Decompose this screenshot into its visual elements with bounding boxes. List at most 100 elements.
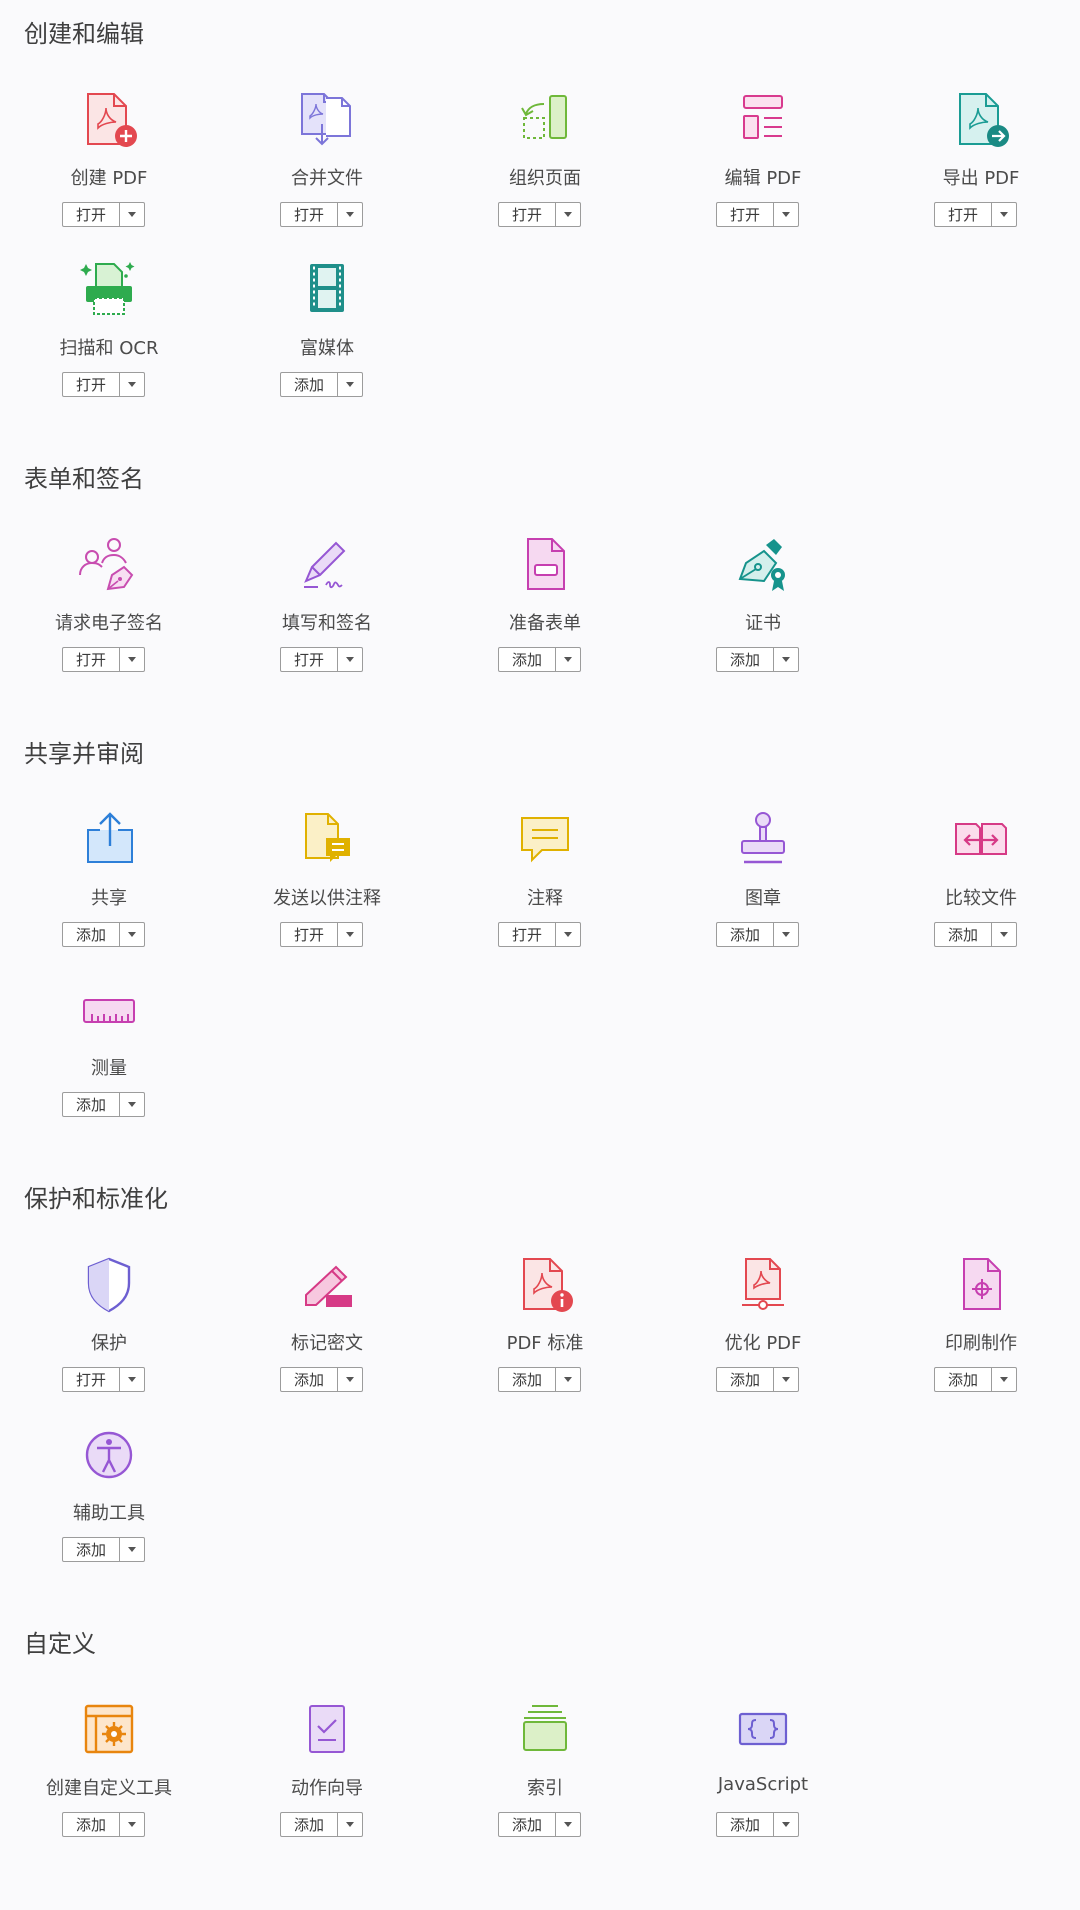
dropdown-arrow-button[interactable] — [119, 1368, 144, 1391]
create-pdf-icon[interactable] — [78, 90, 140, 152]
add-button[interactable]: 添加 — [717, 923, 773, 946]
dropdown-arrow-button[interactable] — [119, 1093, 144, 1116]
tool-javascript[interactable]: JavaScript 添加 — [654, 1700, 872, 1860]
open-button[interactable]: 打开 — [935, 203, 991, 226]
add-split-button[interactable]: 添加 — [62, 922, 145, 947]
open-split-button[interactable]: 打开 — [62, 372, 145, 397]
dropdown-arrow-button[interactable] — [773, 1368, 798, 1391]
open-button[interactable]: 打开 — [281, 203, 337, 226]
dropdown-arrow-button[interactable] — [555, 923, 580, 946]
certificate-icon[interactable] — [732, 535, 794, 597]
tool-optimize-pdf[interactable]: 优化 PDF 添加 — [654, 1255, 872, 1415]
prepare-form-icon[interactable] — [514, 535, 576, 597]
tool-stamp[interactable]: 图章 添加 — [654, 810, 872, 970]
open-button[interactable]: 打开 — [281, 923, 337, 946]
open-button[interactable]: 打开 — [499, 923, 555, 946]
accessibility-icon[interactable] — [78, 1425, 140, 1487]
dropdown-arrow-button[interactable] — [773, 923, 798, 946]
add-split-button[interactable]: 添加 — [280, 372, 363, 397]
export-pdf-icon[interactable] — [950, 90, 1012, 152]
add-button[interactable]: 添加 — [63, 1538, 119, 1561]
dropdown-arrow-button[interactable] — [555, 1368, 580, 1391]
add-button[interactable]: 添加 — [281, 373, 337, 396]
open-split-button[interactable]: 打开 — [280, 922, 363, 947]
open-split-button[interactable]: 打开 — [62, 647, 145, 672]
measure-icon[interactable] — [78, 980, 140, 1042]
dropdown-arrow-button[interactable] — [337, 373, 362, 396]
open-split-button[interactable]: 打开 — [716, 202, 799, 227]
tool-prepare-form[interactable]: 准备表单 添加 — [436, 535, 654, 695]
dropdown-arrow-button[interactable] — [991, 1368, 1016, 1391]
add-split-button[interactable]: 添加 — [280, 1812, 363, 1837]
open-button[interactable]: 打开 — [63, 373, 119, 396]
add-button[interactable]: 添加 — [63, 923, 119, 946]
dropdown-arrow-button[interactable] — [773, 1813, 798, 1836]
index-icon[interactable] — [514, 1700, 576, 1762]
dropdown-arrow-button[interactable] — [337, 203, 362, 226]
dropdown-arrow-button[interactable] — [991, 203, 1016, 226]
add-button[interactable]: 添加 — [499, 648, 555, 671]
tool-protect[interactable]: 保护 打开 — [0, 1255, 218, 1415]
open-split-button[interactable]: 打开 — [62, 1367, 145, 1392]
tool-accessibility[interactable]: 辅助工具 添加 — [0, 1425, 218, 1585]
tool-create-pdf[interactable]: 创建 PDF 打开 — [0, 90, 218, 250]
open-button[interactable]: 打开 — [63, 1368, 119, 1391]
tool-fill-sign[interactable]: 填写和签名 打开 — [218, 535, 436, 695]
add-button[interactable]: 添加 — [63, 1813, 119, 1836]
comment-icon[interactable] — [514, 810, 576, 872]
add-split-button[interactable]: 添加 — [934, 922, 1017, 947]
open-button[interactable]: 打开 — [281, 648, 337, 671]
tool-compare-files[interactable]: 比较文件 添加 — [872, 810, 1080, 970]
add-button[interactable]: 添加 — [499, 1368, 555, 1391]
organize-pages-icon[interactable] — [514, 90, 576, 152]
tool-scan-ocr[interactable]: 扫描和 OCR 打开 — [0, 260, 218, 420]
custom-tool-icon[interactable] — [78, 1700, 140, 1762]
tool-action-wizard[interactable]: 动作向导 添加 — [218, 1700, 436, 1860]
dropdown-arrow-button[interactable] — [119, 1813, 144, 1836]
send-comment-icon[interactable] — [296, 810, 358, 872]
add-split-button[interactable]: 添加 — [498, 647, 581, 672]
tool-rich-media[interactable]: 富媒体 添加 — [218, 260, 436, 420]
add-split-button[interactable]: 添加 — [716, 1367, 799, 1392]
dropdown-arrow-button[interactable] — [337, 923, 362, 946]
open-split-button[interactable]: 打开 — [498, 202, 581, 227]
tool-export-pdf[interactable]: 导出 PDF 打开 — [872, 90, 1080, 250]
tool-combine-files[interactable]: 合并文件 打开 — [218, 90, 436, 250]
redact-icon[interactable] — [296, 1255, 358, 1317]
scan-ocr-icon[interactable] — [78, 260, 140, 322]
dropdown-arrow-button[interactable] — [773, 203, 798, 226]
open-split-button[interactable]: 打开 — [62, 202, 145, 227]
add-button[interactable]: 添加 — [281, 1368, 337, 1391]
dropdown-arrow-button[interactable] — [119, 1538, 144, 1561]
edit-pdf-icon[interactable] — [732, 90, 794, 152]
open-button[interactable]: 打开 — [499, 203, 555, 226]
javascript-icon[interactable] — [732, 1700, 794, 1762]
open-split-button[interactable]: 打开 — [934, 202, 1017, 227]
dropdown-arrow-button[interactable] — [337, 1813, 362, 1836]
open-split-button[interactable]: 打开 — [280, 647, 363, 672]
tool-organize-pages[interactable]: 组织页面 打开 — [436, 90, 654, 250]
dropdown-arrow-button[interactable] — [555, 648, 580, 671]
rich-media-icon[interactable] — [296, 260, 358, 322]
tool-redact[interactable]: 标记密文 添加 — [218, 1255, 436, 1415]
add-split-button[interactable]: 添加 — [716, 922, 799, 947]
tool-send-for-comments[interactable]: 发送以供注释 打开 — [218, 810, 436, 970]
add-button[interactable]: 添加 — [717, 1368, 773, 1391]
open-button[interactable]: 打开 — [63, 648, 119, 671]
dropdown-arrow-button[interactable] — [119, 648, 144, 671]
print-production-icon[interactable] — [950, 1255, 1012, 1317]
dropdown-arrow-button[interactable] — [119, 373, 144, 396]
add-split-button[interactable]: 添加 — [498, 1812, 581, 1837]
tool-pdf-standards[interactable]: PDF 标准 添加 — [436, 1255, 654, 1415]
add-split-button[interactable]: 添加 — [934, 1367, 1017, 1392]
tool-index[interactable]: 索引 添加 — [436, 1700, 654, 1860]
open-button[interactable]: 打开 — [717, 203, 773, 226]
dropdown-arrow-button[interactable] — [119, 923, 144, 946]
dropdown-arrow-button[interactable] — [337, 648, 362, 671]
dropdown-arrow-button[interactable] — [773, 648, 798, 671]
add-button[interactable]: 添加 — [717, 648, 773, 671]
add-button[interactable]: 添加 — [717, 1813, 773, 1836]
tool-share[interactable]: 共享 添加 — [0, 810, 218, 970]
request-esign-icon[interactable] — [78, 535, 140, 597]
protect-shield-icon[interactable] — [78, 1255, 140, 1317]
